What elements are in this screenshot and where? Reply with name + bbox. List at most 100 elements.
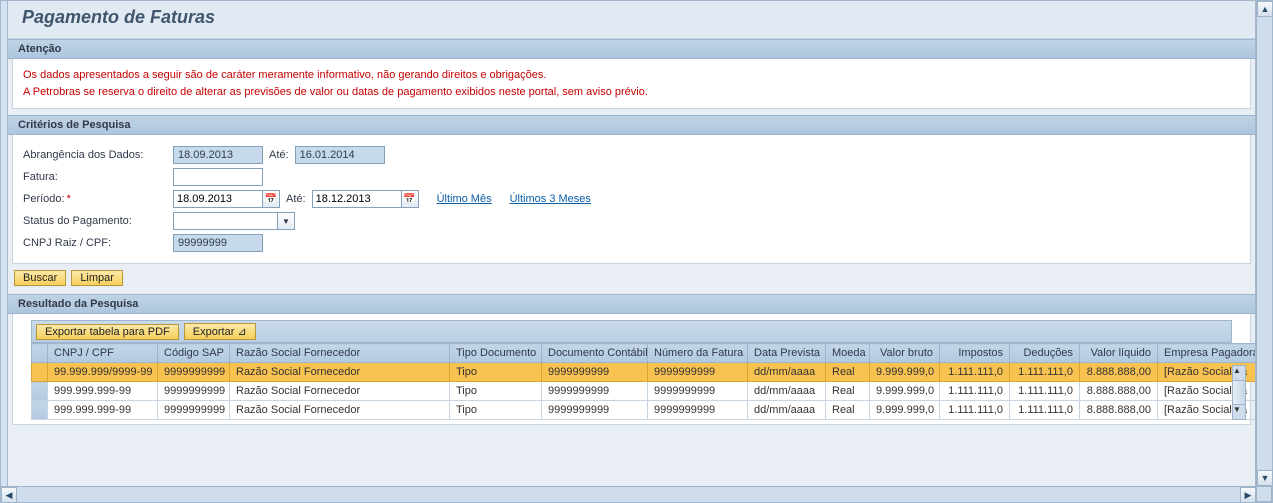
periodo-to-input[interactable] — [312, 190, 402, 208]
label-abrangencia: Abrangência dos Dados: — [23, 149, 173, 161]
cell-data: dd/mm/aaaa — [748, 401, 826, 420]
row-cnpj: CNPJ Raiz / CPF: 99999999 — [23, 233, 1240, 253]
table-body: 99.999.999/9999-999999999999Razão Social… — [32, 363, 1257, 420]
criteria-body: Abrangência dos Dados: 18.09.2013 Até: 1… — [12, 135, 1251, 264]
cell-imp: 1.111.111,0 — [940, 401, 1010, 420]
col-liq[interactable]: Valor líquido — [1080, 344, 1158, 363]
table-row[interactable]: 99.999.999/9999-999999999999Razão Social… — [32, 363, 1257, 382]
cell-ded: 1.111.111,0 — [1010, 382, 1080, 401]
cell-data: dd/mm/aaaa — [748, 363, 826, 382]
scroll-track[interactable] — [17, 487, 1240, 502]
cell-moeda: Real — [826, 401, 870, 420]
cell-liq: 8.888.888,00 — [1080, 401, 1158, 420]
label-ate-1: Até: — [269, 149, 289, 161]
cell-cnpj: 99.999.999/9999-99 — [48, 363, 158, 382]
attention-line-2: A Petrobras se reserva o direito de alte… — [23, 84, 1240, 101]
col-sap[interactable]: Código SAP — [158, 344, 230, 363]
cell-cnpj: 999.999.999-99 — [48, 401, 158, 420]
chevron-down-icon[interactable]: ▼ — [277, 212, 295, 230]
scroll-track[interactable] — [1257, 17, 1272, 470]
cell-tipo: Tipo — [450, 401, 542, 420]
scroll-left-icon[interactable]: ◀ — [1, 487, 17, 503]
action-buttons: Buscar Limpar — [14, 270, 1249, 286]
row-fatura: Fatura: — [23, 167, 1240, 187]
abrangencia-to: 16.01.2014 — [295, 146, 385, 164]
table-row[interactable]: 999.999.999-99 9999999999 Razão Social For… — [32, 401, 1257, 420]
scroll-thumb[interactable] — [1233, 380, 1245, 405]
buscar-button[interactable]: Buscar — [14, 270, 66, 286]
cell-razao: Razão Social Fornecedor — [230, 382, 450, 401]
attention-header: Atenção — [8, 39, 1255, 59]
export-pdf-button[interactable]: Exportar tabela para PDF — [36, 324, 179, 340]
app-viewport: Pagamento de Faturas Atenção Os dados ap… — [0, 0, 1273, 503]
table-row[interactable]: 999.999.999-999999999999Razão Social For… — [32, 382, 1257, 401]
scroll-up-icon[interactable]: ▲ — [1233, 366, 1247, 380]
col-moeda[interactable]: Moeda — [826, 344, 870, 363]
row-handle-header — [32, 344, 48, 363]
col-razao[interactable]: Razão Social Fornecedor — [230, 344, 450, 363]
col-emp[interactable]: Empresa Pagadora — [1158, 344, 1257, 363]
cell-doc: 9999999999 — [542, 363, 648, 382]
fatura-input[interactable] — [173, 168, 263, 186]
cell-bruto: 9.999.999,0 — [870, 382, 940, 401]
col-tipo[interactable]: Tipo Documento — [450, 344, 542, 363]
cell-imp: 1.111.111,0 — [940, 363, 1010, 382]
label-ate-2: Até: — [286, 193, 306, 205]
cell-cnpj: 999.999.999-99 — [48, 382, 158, 401]
link-ultimos-3-meses[interactable]: Últimos 3 Meses — [510, 193, 591, 205]
attention-section: Atenção Os dados apresentados a seguir s… — [8, 39, 1255, 109]
col-num[interactable]: Número da Fatura — [648, 344, 748, 363]
export-button[interactable]: Exportar ⊿ — [184, 323, 256, 340]
page-horizontal-scrollbar[interactable]: ◀ ▶ — [1, 486, 1256, 502]
link-ultimo-mes[interactable]: Último Mês — [437, 193, 492, 205]
cell-razao: Razão Social Fornecedor — [230, 363, 450, 382]
status-select[interactable]: ▼ — [173, 212, 295, 230]
cell-liq: 8.888.888,00 — [1080, 382, 1158, 401]
col-data[interactable]: Data Prevista — [748, 344, 826, 363]
table-scrollbar[interactable]: ▲ ▼ — [1232, 365, 1246, 420]
criteria-header: Critérios de Pesquisa — [8, 115, 1255, 135]
cell-imp: 1.111.111,0 — [940, 382, 1010, 401]
cell-doc: 9999999999 — [542, 401, 648, 420]
row-status: Status do Pagamento: ▼ — [23, 211, 1240, 231]
periodo-from-input[interactable] — [173, 190, 263, 208]
cell-sap: 9999999999 — [158, 363, 230, 382]
results-table: CNPJ / CPF Código SAP Razão Social Forne… — [31, 343, 1256, 420]
row-handle — [32, 382, 48, 401]
table-header-row: CNPJ / CPF Código SAP Razão Social Forne… — [32, 344, 1257, 363]
col-cnpj[interactable]: CNPJ / CPF — [48, 344, 158, 363]
label-fatura: Fatura: — [23, 171, 173, 183]
status-input[interactable] — [173, 212, 278, 230]
scroll-right-icon[interactable]: ▶ — [1240, 487, 1256, 503]
abrangencia-from: 18.09.2013 — [173, 146, 263, 164]
label-cnpj: CNPJ Raiz / CPF: — [23, 237, 173, 249]
col-imp[interactable]: Impostos — [940, 344, 1010, 363]
col-bruto[interactable]: Valor bruto — [870, 344, 940, 363]
scroll-corner — [1256, 486, 1272, 502]
row-handle — [32, 363, 48, 382]
cell-sap: 9999999999 — [158, 382, 230, 401]
cell-bruto: 9.999.999,0 — [870, 363, 940, 382]
cell-data: dd/mm/aaaa — [748, 382, 826, 401]
cell-bruto: 9.999.999,0 — [870, 401, 940, 420]
cnpj-value: 99999999 — [173, 234, 263, 252]
page-vertical-scrollbar[interactable]: ▲ ▼ — [1256, 1, 1272, 486]
cell-razao: Razão Social Fornecedor — [230, 401, 450, 420]
cell-ded: 1.111.111,0 — [1010, 401, 1080, 420]
required-marker: * — [67, 193, 71, 205]
row-abrangencia: Abrangência dos Dados: 18.09.2013 Até: 1… — [23, 145, 1240, 165]
col-doc[interactable]: Documento Contábil — [542, 344, 648, 363]
cell-num: 9999999999 — [648, 363, 748, 382]
scroll-down-icon[interactable]: ▼ — [1257, 470, 1273, 486]
col-ded[interactable]: Deduções — [1010, 344, 1080, 363]
content-area: Pagamento de Faturas Atenção Os dados ap… — [7, 1, 1256, 486]
limpar-button[interactable]: Limpar — [71, 270, 123, 286]
results-section: Resultado da Pesquisa Exportar tabela pa… — [8, 294, 1255, 425]
calendar-icon[interactable]: 📅 — [262, 190, 280, 208]
page-title-bar: Pagamento de Faturas — [8, 1, 1255, 39]
scroll-up-icon[interactable]: ▲ — [1257, 1, 1273, 17]
calendar-icon[interactable]: 📅 — [401, 190, 419, 208]
results-toolbar: Exportar tabela para PDF Exportar ⊿ — [31, 320, 1232, 343]
criteria-section: Critérios de Pesquisa Abrangência dos Da… — [8, 115, 1255, 264]
scroll-down-icon[interactable]: ▼ — [1233, 405, 1247, 419]
